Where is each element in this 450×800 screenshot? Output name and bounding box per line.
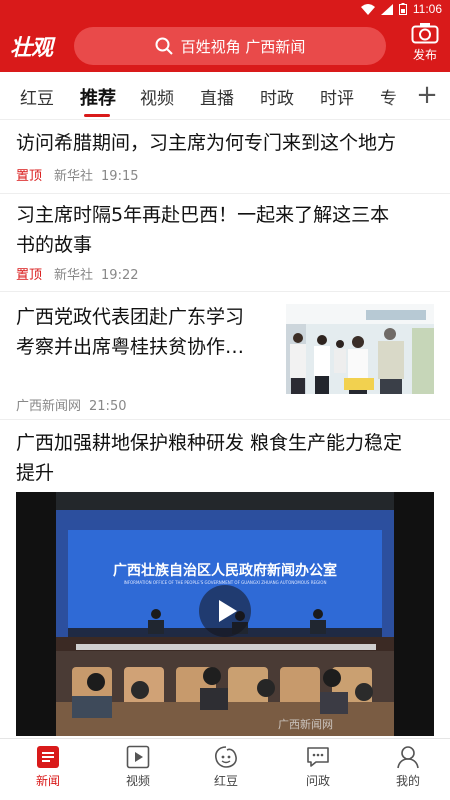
video-player[interactable]: 广西壮族自治区人民政府新闻办公室 INFORMATION OFFICE OF T… [16, 492, 434, 736]
article-thumbnail[interactable] [286, 304, 434, 394]
nav-video[interactable]: 视频 [108, 745, 168, 789]
nav-hongdou-label: 红豆 [213, 774, 238, 788]
article-item[interactable]: 广西党政代表团赴广东学习 考察并出席粤桂扶贫协作… 广西新闻网 21:50 [0, 292, 450, 420]
app-header: 壮观 百姓视角 广西新闻 发布 [0, 18, 450, 72]
article-time: 21:50 [89, 399, 127, 414]
article-meta: 置顶 新华社 19:15 [16, 165, 139, 184]
publish-label: 发布 [412, 48, 437, 62]
chat-icon [307, 747, 329, 767]
pinned-badge: 置顶 [16, 268, 43, 283]
status-time: 11:06 [412, 2, 442, 16]
banner-title-cn: 广西壮族自治区人民政府新闻办公室 [113, 563, 337, 579]
active-tab-indicator [84, 114, 110, 117]
article-source: 广西新闻网 [16, 399, 82, 414]
article-title: 广西党政代表团赴广东学习 考察并出席粤桂扶贫协作… [16, 306, 245, 358]
signal-icon [380, 3, 393, 15]
camera-icon [411, 23, 439, 44]
article-source: 新华社 [54, 268, 94, 283]
article-title: 习主席时隔5年再赴巴西！一起来了解这三本 书的故事 [16, 204, 390, 256]
article-title: 广西加强耕地保护粮种研发 粮食生产能力稳定 提升 [16, 432, 403, 484]
nav-news[interactable]: 新闻 [18, 745, 78, 789]
pinned-badge: 置顶 [16, 169, 43, 184]
nav-news-label: 新闻 [35, 774, 60, 788]
wifi-icon [360, 3, 375, 15]
article-time: 19:15 [101, 169, 139, 184]
play-button[interactable] [199, 585, 251, 637]
nav-video-label: 视频 [125, 774, 150, 788]
nav-wenzheng[interactable]: 问政 [288, 745, 348, 789]
tab-video[interactable]: 视频 [140, 84, 174, 109]
battery-icon [398, 3, 407, 15]
article-meta: 置顶 新华社 19:22 [16, 264, 139, 283]
app-logo[interactable]: 壮观 [10, 30, 53, 62]
article-item[interactable]: 访问希腊期间，习主席为何专门来到这个地方 置顶 新华社 19:15 [0, 120, 450, 194]
news-icon [37, 746, 59, 768]
article-title: 访问希腊期间，习主席为何专门来到这个地方 [16, 132, 397, 154]
nav-mine-label: 我的 [395, 774, 420, 788]
hongdou-icon [215, 746, 237, 768]
search-icon [155, 37, 173, 55]
video-icon [126, 745, 150, 769]
search-bar[interactable]: 百姓视角 广西新闻 [74, 27, 386, 65]
tab-recommend[interactable]: 推荐 [80, 84, 116, 110]
thumbnail-image [286, 304, 434, 394]
bottom-navigation: 新闻 视频 红豆 问政 我的 [0, 738, 450, 800]
tab-politics[interactable]: 时政 [260, 84, 294, 109]
nav-wenzheng-label: 问政 [305, 774, 330, 788]
search-placeholder: 百姓视角 广西新闻 [180, 37, 306, 56]
status-bar: 11:06 [0, 0, 450, 18]
tab-hongdou[interactable]: 红豆 [20, 84, 54, 109]
tab-commentary[interactable]: 时评 [320, 84, 354, 109]
nav-hongdou[interactable]: 红豆 [196, 745, 256, 789]
tabs-fade [388, 72, 412, 119]
nav-mine[interactable]: 我的 [378, 745, 438, 789]
article-meta: 广西新闻网 21:50 [16, 395, 126, 414]
article-item[interactable]: 习主席时隔5年再赴巴西！一起来了解这三本 书的故事 置顶 新华社 19:22 [0, 194, 450, 292]
publish-button[interactable]: 发布 [410, 22, 440, 63]
tab-live[interactable]: 直播 [200, 84, 234, 109]
video-watermark: 广西新闻网 [278, 718, 333, 731]
article-source: 新华社 [54, 169, 94, 184]
channel-tabs: 红豆 推荐 视频 直播 时政 时评 专 + [0, 72, 450, 120]
article-time: 19:22 [101, 268, 139, 283]
user-icon [397, 746, 419, 769]
status-icons: 11:06 [360, 2, 442, 16]
add-channel-button[interactable]: + [412, 80, 442, 110]
